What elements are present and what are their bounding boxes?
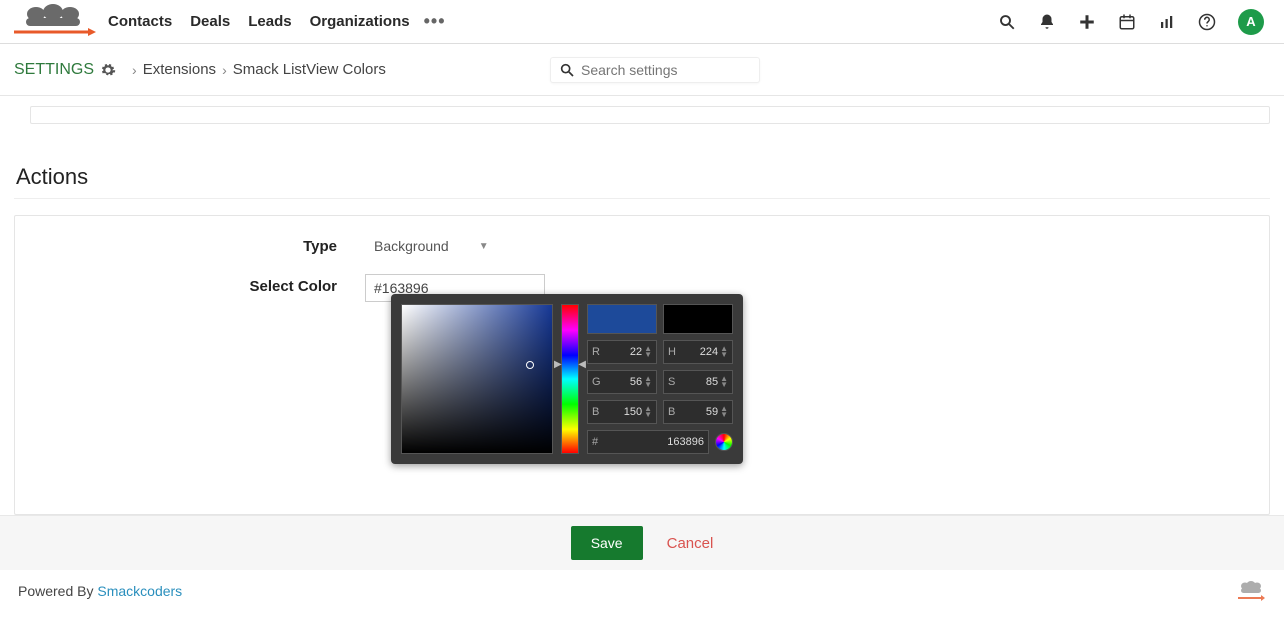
saturation-value-panel[interactable] [401,304,553,454]
nav-more-icon[interactable]: ••• [424,11,446,32]
g-label: G [592,376,601,388]
h-input[interactable] [676,346,718,358]
previous-card-edge [30,106,1270,124]
bell-icon[interactable] [1038,13,1056,31]
type-label: Type [35,234,365,255]
breadcrumb-extensions[interactable]: Extensions [143,61,216,78]
plus-icon[interactable] [1078,13,1096,31]
spinner-icon[interactable]: ▲▼ [720,346,728,358]
action-bar: Save Cancel [0,515,1284,570]
h-label: H [668,346,676,358]
b-label: B [592,406,600,418]
actions-heading: Actions [16,164,1270,190]
breadcrumb-current: Smack ListView Colors [233,61,386,78]
nav-organizations[interactable]: Organizations [310,13,410,30]
brightness-label: B [668,406,676,418]
nav-deals[interactable]: Deals [190,13,230,30]
color-wheel-icon[interactable] [715,433,733,451]
nav-leads[interactable]: Leads [248,13,291,30]
spinner-icon[interactable]: ▲▼ [720,406,728,418]
settings-subbar: SETTINGS › Extensions › Smack ListView C… [0,44,1284,96]
footer-link[interactable]: Smackcoders [97,583,182,599]
hue-slider[interactable] [561,304,579,454]
avatar[interactable]: A [1238,9,1264,35]
r-label: R [592,346,600,358]
footer-logo [1236,580,1266,602]
hex-input[interactable] [603,436,704,448]
spinner-icon[interactable]: ▲▼ [644,406,652,418]
type-select[interactable]: Background ▼ [365,234,498,258]
spinner-icon[interactable]: ▲▼ [644,376,652,388]
top-nav: Contacts Deals Leads Organizations ••• A [0,0,1284,44]
actions-card: Type Background ▼ Select Color ▶ ◀ [14,215,1270,515]
s-label: S [668,376,676,388]
color-label: Select Color [35,274,365,295]
nav-icons: A [998,9,1264,35]
settings-title[interactable]: SETTINGS [14,61,94,79]
hue-arrow-right-icon: ◀ [578,359,586,370]
g-input[interactable] [601,376,643,388]
nav-contacts[interactable]: Contacts [108,13,172,30]
divider [14,198,1270,199]
footer: Powered By Smackcoders [0,570,1284,612]
chevron-right-icon: › [132,62,137,78]
chart-icon[interactable] [1158,13,1176,31]
previous-color-swatch [663,304,733,334]
chevron-right-icon: › [222,62,227,78]
search-settings-input[interactable] [581,62,751,78]
gear-icon[interactable] [100,62,116,78]
sv-cursor[interactable] [526,361,534,369]
footer-prefix: Powered By [18,583,97,599]
cancel-button[interactable]: Cancel [667,535,714,552]
app-logo [8,4,98,40]
help-icon[interactable] [1198,13,1216,31]
spinner-icon[interactable]: ▲▼ [720,376,728,388]
s-input[interactable] [676,376,718,388]
search-icon[interactable] [998,13,1016,31]
nav-links: Contacts Deals Leads Organizations [108,13,410,30]
type-select-value: Background [374,238,449,254]
search-settings[interactable] [550,57,760,83]
calendar-icon[interactable] [1118,13,1136,31]
b-input[interactable] [600,406,642,418]
spinner-icon[interactable]: ▲▼ [644,346,652,358]
hex-label: # [592,436,603,448]
brightness-input[interactable] [676,406,718,418]
save-button[interactable]: Save [571,526,643,560]
chevron-down-icon: ▼ [479,241,489,252]
search-icon [559,62,575,78]
hue-arrow-left-icon: ▶ [554,359,562,370]
current-color-swatch [587,304,657,334]
r-input[interactable] [600,346,642,358]
color-picker: ▶ ◀ R ▲▼ H ▲▼ G ▲▼ S ▲▼ B ▲▼ B ▲▼ # [391,294,743,464]
